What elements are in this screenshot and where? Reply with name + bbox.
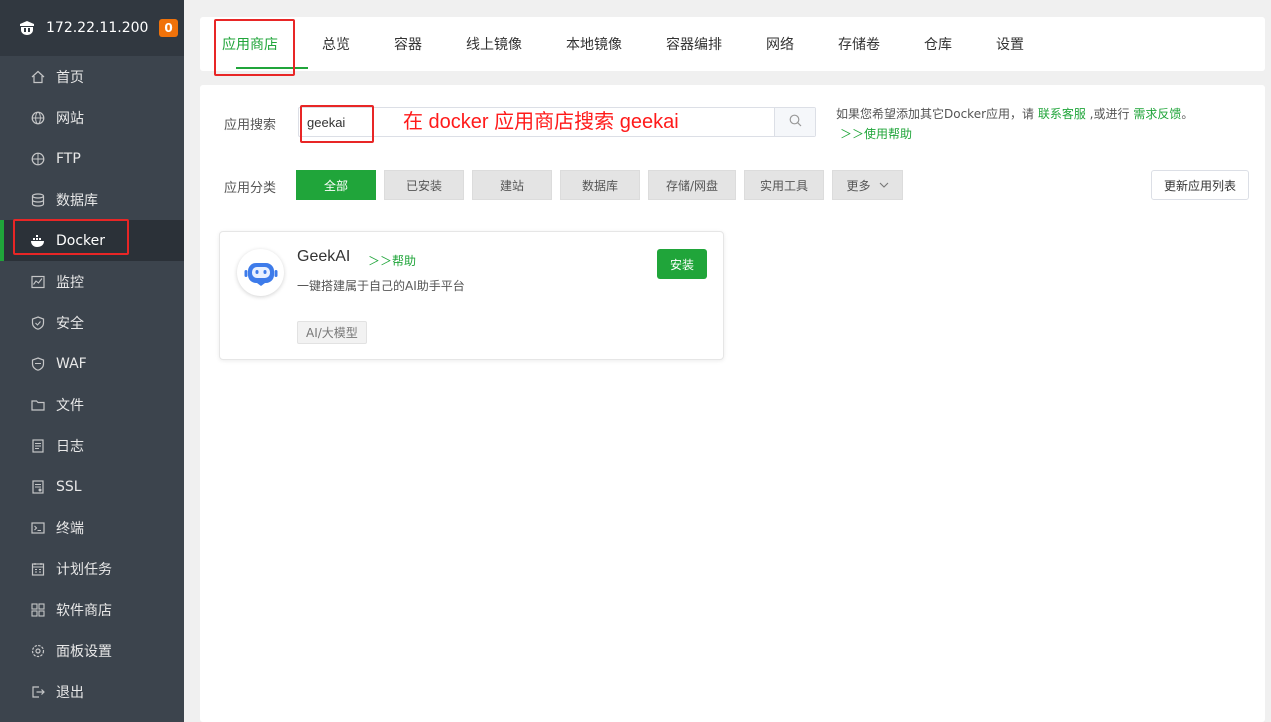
sidebar-item-docker[interactable]: Docker xyxy=(0,220,184,261)
category-tools[interactable]: 实用工具 xyxy=(744,170,824,200)
refresh-app-list-button[interactable]: 更新应用列表 xyxy=(1151,170,1249,200)
sidebar-item-label: 首页 xyxy=(56,69,84,86)
app-store-panel: 应用搜索 在 docker 应用商店搜索 geekai 如果您希望添加其它Doc… xyxy=(200,85,1265,722)
search-icon xyxy=(789,114,802,131)
app-help-link[interactable]: ＞＞帮助 xyxy=(368,252,416,269)
waf-icon xyxy=(30,356,46,372)
app-card: GeekAI ＞＞帮助 一键搭建属于自己的AI助手平台 安装 AI/大模型 xyxy=(219,231,724,360)
gear-icon xyxy=(30,643,46,659)
chevron-down-icon xyxy=(879,182,889,188)
sidebar-item-label: Docker xyxy=(56,232,106,249)
log-icon xyxy=(30,438,46,454)
server-logo-icon xyxy=(18,19,36,37)
globe-icon xyxy=(30,110,46,126)
tab-registry[interactable]: 仓库 xyxy=(924,17,996,71)
sidebar-item-terminal[interactable]: 终端 xyxy=(0,507,184,548)
install-button[interactable]: 安装 xyxy=(657,249,707,279)
usage-help-link[interactable]: ＞＞使用帮助 xyxy=(840,127,912,141)
hint-prefix: 如果您希望添加其它Docker应用，请 xyxy=(836,107,1038,121)
app-description: 一键搭建属于自己的AI助手平台 xyxy=(297,279,465,293)
notification-badge[interactable]: 0 xyxy=(159,19,178,37)
sidebar-item-label: 网站 xyxy=(56,110,84,127)
tab-network[interactable]: 网络 xyxy=(766,17,838,71)
category-more-dropdown[interactable]: 更多 xyxy=(832,170,903,200)
sidebar-item-label: WAF xyxy=(56,355,87,372)
folder-icon xyxy=(30,397,46,413)
category-label: 应用分类 xyxy=(224,181,277,196)
sidebar: 172.22.11.200 0 首页 网站 FTP 数据库 Docker 监控 xyxy=(0,0,184,722)
sidebar-item-cron[interactable]: 计划任务 xyxy=(0,548,184,589)
category-filter: 全部 已安装 建站 数据库 存储/网盘 实用工具 更多 xyxy=(296,170,911,200)
shield-icon xyxy=(30,315,46,331)
sidebar-item-ssl[interactable]: SSL xyxy=(0,466,184,507)
docker-icon xyxy=(30,233,46,249)
sidebar-item-files[interactable]: 文件 xyxy=(0,384,184,425)
tab-overview[interactable]: 总览 xyxy=(322,17,394,71)
sidebar-item-label: 终端 xyxy=(56,520,84,537)
tab-local-images[interactable]: 本地镜像 xyxy=(566,17,666,71)
logout-icon xyxy=(30,684,46,700)
geekai-logo-icon xyxy=(237,249,284,296)
sidebar-item-database[interactable]: 数据库 xyxy=(0,179,184,220)
calendar-icon xyxy=(30,561,46,577)
sidebar-item-label: 安全 xyxy=(56,315,84,332)
sidebar-item-label: 数据库 xyxy=(56,192,98,209)
sidebar-item-waf[interactable]: WAF xyxy=(0,343,184,384)
tab-settings[interactable]: 设置 xyxy=(996,17,1068,71)
sidebar-item-label: 监控 xyxy=(56,274,84,291)
annotation-text: 在 docker 应用商店搜索 geekai xyxy=(403,111,679,133)
sidebar-item-logout[interactable]: 退出 xyxy=(0,671,184,712)
category-database[interactable]: 数据库 xyxy=(560,170,640,200)
server-header: 172.22.11.200 0 xyxy=(0,0,184,56)
hint-mid: ,或进行 xyxy=(1085,107,1134,121)
docker-tabbar: 应用商店 总览 容器 线上镜像 本地镜像 容器编排 网络 存储卷 仓库 设置 xyxy=(200,17,1265,71)
app-name: GeekAI xyxy=(297,248,351,265)
terminal-icon xyxy=(30,520,46,536)
search-row: 应用搜索 xyxy=(224,114,276,133)
sidebar-item-monitor[interactable]: 监控 xyxy=(0,261,184,302)
tab-volumes[interactable]: 存储卷 xyxy=(838,17,924,71)
store-hint: 如果您希望添加其它Docker应用，请 联系客服 ,或进行 需求反馈。 ＞＞使用… xyxy=(836,104,1193,144)
search-button[interactable] xyxy=(774,108,815,136)
sidebar-item-label: 计划任务 xyxy=(56,561,112,578)
tab-compose[interactable]: 容器编排 xyxy=(666,17,766,71)
contact-support-link[interactable]: 联系客服 xyxy=(1038,107,1086,121)
apps-icon xyxy=(30,602,46,618)
sidebar-item-label: 面板设置 xyxy=(56,643,112,660)
database-icon xyxy=(30,192,46,208)
sidebar-item-label: 软件商店 xyxy=(56,602,112,619)
sidebar-item-security[interactable]: 安全 xyxy=(0,302,184,343)
sidebar-item-store[interactable]: 软件商店 xyxy=(0,589,184,630)
home-icon xyxy=(30,69,46,85)
sidebar-item-label: 文件 xyxy=(56,397,84,414)
sidebar-item-label: 退出 xyxy=(56,684,84,701)
category-more-label: 更多 xyxy=(846,178,871,193)
category-website[interactable]: 建站 xyxy=(472,170,552,200)
sidebar-item-settings[interactable]: 面板设置 xyxy=(0,630,184,671)
feedback-link[interactable]: 需求反馈 xyxy=(1133,107,1181,121)
sidebar-item-logs[interactable]: 日志 xyxy=(0,425,184,466)
tab-containers[interactable]: 容器 xyxy=(394,17,466,71)
ftp-icon xyxy=(30,151,46,167)
sidebar-menu: 首页 网站 FTP 数据库 Docker 监控 安全 WAF 文件 日志 SSL… xyxy=(0,56,184,712)
sidebar-item-ftp[interactable]: FTP xyxy=(0,138,184,179)
tab-app-store[interactable]: 应用商店 xyxy=(222,17,322,71)
server-ip: 172.22.11.200 xyxy=(46,20,149,36)
hint-suffix: 。 xyxy=(1181,107,1194,121)
tab-online-images[interactable]: 线上镜像 xyxy=(466,17,566,71)
sidebar-item-home[interactable]: 首页 xyxy=(0,56,184,97)
sidebar-item-label: FTP xyxy=(56,150,81,167)
search-label: 应用搜索 xyxy=(224,118,277,133)
category-installed[interactable]: 已安装 xyxy=(384,170,464,200)
sidebar-item-label: SSL xyxy=(56,478,82,495)
monitor-icon xyxy=(30,274,46,290)
category-all[interactable]: 全部 xyxy=(296,170,376,200)
ssl-icon xyxy=(30,479,46,495)
sidebar-item-label: 日志 xyxy=(56,438,84,455)
app-tag: AI/大模型 xyxy=(297,321,367,344)
sidebar-item-website[interactable]: 网站 xyxy=(0,97,184,138)
category-storage[interactable]: 存储/网盘 xyxy=(648,170,736,200)
